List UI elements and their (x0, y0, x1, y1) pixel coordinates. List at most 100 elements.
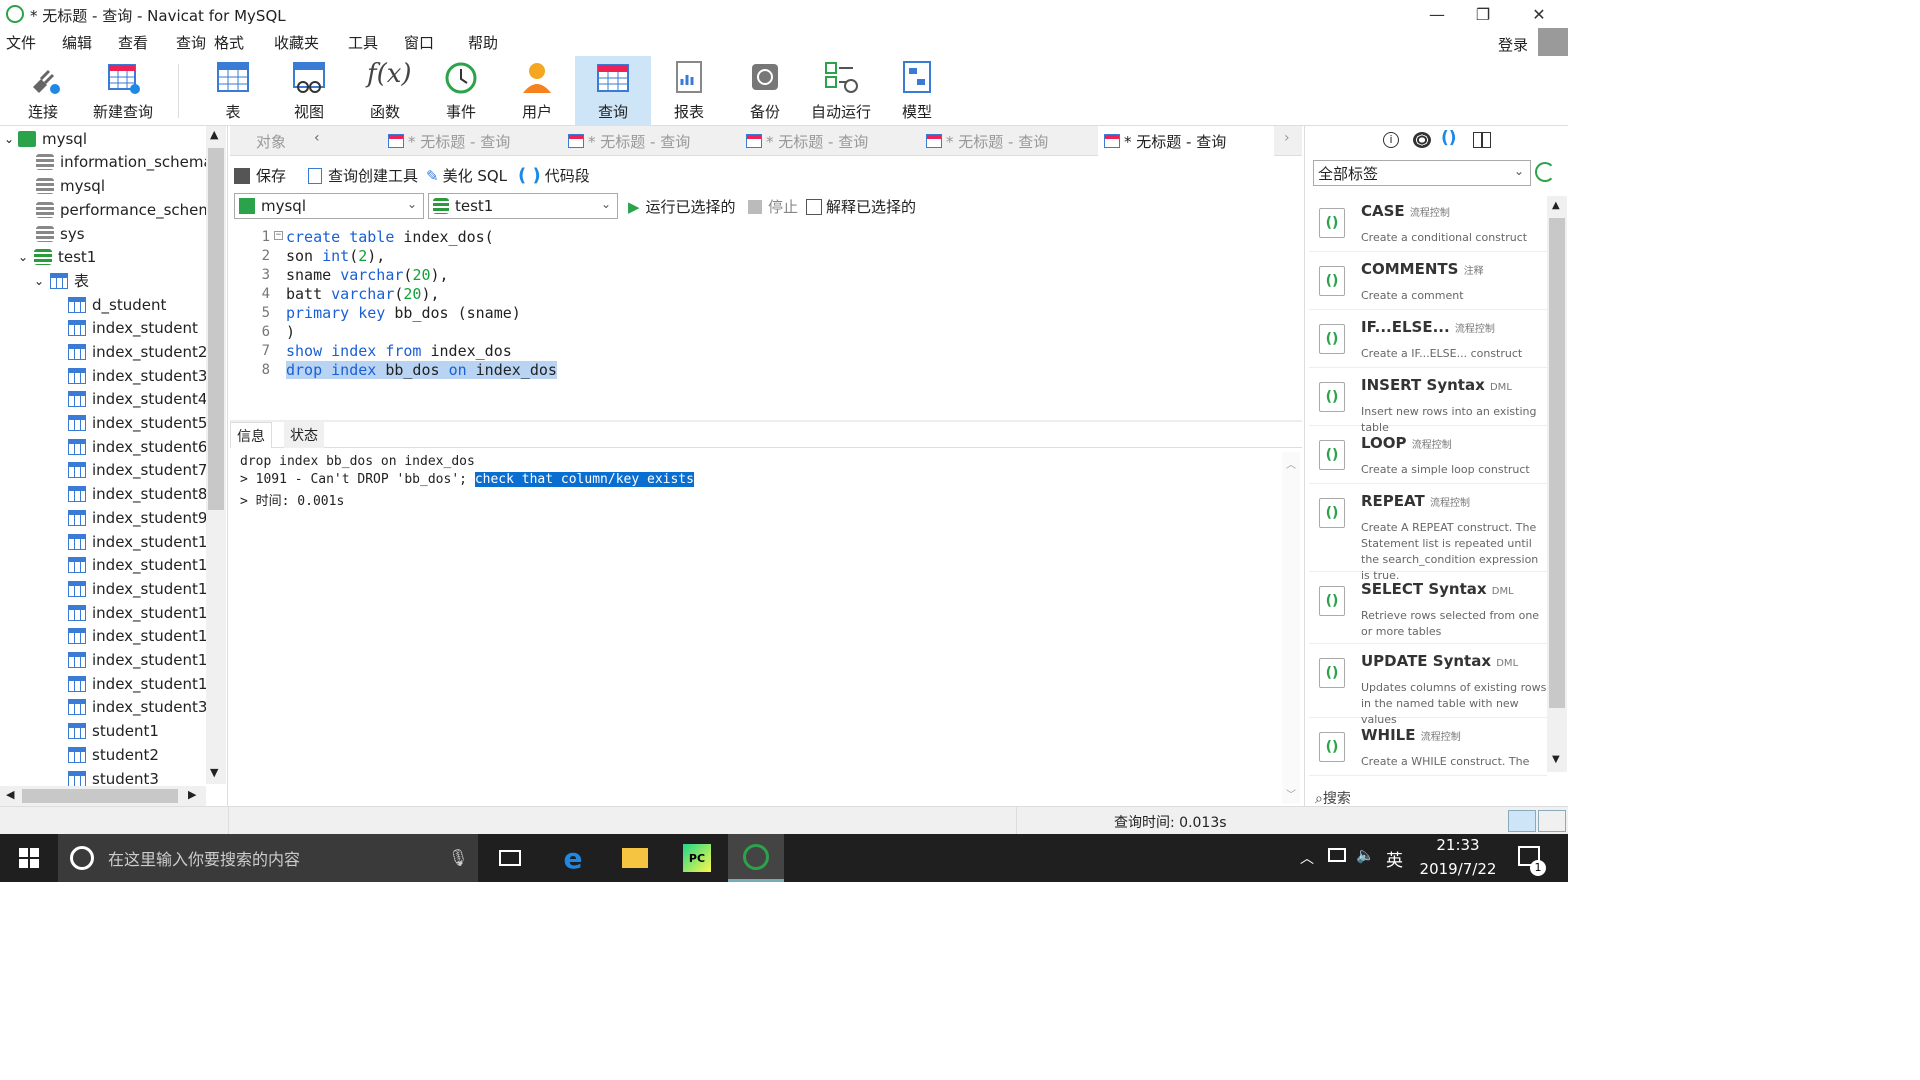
windows-start-icon[interactable] (0, 834, 58, 882)
table-button[interactable]: 表 (198, 56, 268, 126)
microphone-icon[interactable]: 🎙 (448, 848, 468, 867)
tree-table-item[interactable]: index_student3 (68, 364, 207, 387)
navicat-taskbar-icon[interactable] (728, 834, 784, 882)
tree-table-item[interactable]: student1 (68, 720, 159, 743)
snippet-item[interactable]: () UPDATE Syntax DML Updates columns of ex… (1309, 646, 1547, 726)
new-query-button[interactable]: 新建查询 (88, 56, 158, 126)
tree-table-item[interactable]: index_student (68, 317, 198, 340)
menu-view[interactable]: 查看 (118, 32, 148, 53)
snippet-item[interactable]: () WHILE 流程控制 Create a WHILE construct. Th… (1309, 720, 1547, 776)
panel-right-icon[interactable] (1538, 810, 1566, 832)
tree-table-item[interactable]: index_student1( (68, 530, 213, 553)
scroll-up-icon[interactable]: ︿ (1286, 456, 1296, 471)
tab-query-active[interactable]: * 无标题 - 查询 (1098, 126, 1274, 156)
menu-edit[interactable]: 编辑 (62, 32, 92, 53)
user-button[interactable]: 用户 (502, 56, 572, 126)
volume-icon[interactable]: 🔈 (1356, 846, 1375, 864)
tree-table-item[interactable]: index_student6 (68, 435, 207, 458)
tree-table-item[interactable]: index_student1! (68, 625, 213, 648)
snippet-item[interactable]: () REPEAT 流程控制 Create A REPEAT construct. … (1309, 486, 1547, 582)
chevron-right-icon[interactable]: › (1284, 130, 1290, 146)
save-button[interactable]: 保存 (234, 165, 286, 186)
tree-table-item[interactable]: index_student1( (68, 649, 213, 672)
snippet-item[interactable]: () COMMENTS 注释 Create a comment (1309, 254, 1547, 310)
tree-table-item[interactable]: index_student1: (68, 577, 212, 600)
result-scrollbar[interactable]: ︿ ﹀ (1282, 452, 1300, 804)
scroll-up-icon[interactable]: ▲ (210, 128, 218, 141)
snippet-scrollbar[interactable]: ▲ ▼ (1547, 196, 1567, 772)
view-button[interactable]: 视图 (274, 56, 344, 126)
menu-window[interactable]: 窗口 (404, 32, 434, 53)
menu-tools[interactable]: 工具 (348, 32, 378, 53)
close-button[interactable]: ✕ (1516, 0, 1562, 28)
tab-query[interactable]: * 无标题 - 查询 (382, 126, 558, 156)
snippet-item[interactable]: () INSERT Syntax DML Insert new rows into … (1309, 370, 1547, 434)
snippet-item[interactable]: () IF...ELSE... 流程控制 Create a IF...ELSE...… (1309, 312, 1547, 368)
scroll-down-icon[interactable]: ▼ (210, 766, 218, 779)
maximize-button[interactable]: ❐ (1460, 0, 1506, 28)
tree-table-item[interactable]: index_student5 (68, 412, 207, 435)
connection-select[interactable]: mysql ⌄ (234, 193, 424, 219)
scroll-up-icon[interactable]: ▲ (1552, 200, 1560, 211)
stop-button[interactable]: 停止 (748, 196, 798, 217)
query-builder-button[interactable]: 查询创建工具 (308, 165, 418, 186)
tree-vertical-scrollbar[interactable]: ▲ ▼ (206, 126, 226, 784)
tree-table-item[interactable]: index_student3: (68, 696, 212, 719)
scroll-thumb[interactable] (22, 789, 178, 803)
sql-editor[interactable]: 1 2 3 4 5 6 7 8 − create table index_dos… (230, 226, 1302, 420)
clock-date[interactable]: 2019/7/22 (1410, 860, 1506, 878)
run-selected-button[interactable]: ▶ 运行已选择的 (628, 196, 736, 217)
explain-selected-button[interactable]: 解释已选择的 (806, 196, 916, 217)
tree-db[interactable]: sys (36, 222, 85, 245)
tree-horizontal-scrollbar[interactable]: ◀ ▶ (0, 786, 206, 806)
tree-db[interactable]: performance_schema (36, 198, 222, 221)
snippet-icon[interactable]: () (1441, 128, 1457, 148)
add-snippet-icon[interactable] (1535, 162, 1555, 182)
tree-table-item[interactable]: index_student7 (68, 459, 207, 482)
scroll-down-icon[interactable]: ▼ (1552, 754, 1560, 765)
menu-query[interactable]: 查询 (176, 32, 206, 53)
automation-button[interactable]: 自动运行 (806, 56, 876, 126)
tab-info[interactable]: 信息 (230, 422, 272, 448)
tag-filter-select[interactable]: 全部标签 ⌄ (1313, 160, 1531, 186)
tree-table-item[interactable]: index_student1: (68, 554, 212, 577)
tree-table-item[interactable]: index_student2 (68, 340, 207, 363)
scroll-thumb[interactable] (1549, 218, 1565, 708)
tree-table-item[interactable]: index_student8 (68, 483, 207, 506)
tree-db[interactable]: mysql (36, 174, 105, 197)
pycharm-icon[interactable]: PC (672, 834, 722, 882)
beautify-sql-button[interactable]: ✎ 美化 SQL (426, 165, 507, 186)
ime-indicator[interactable]: 英 (1386, 846, 1403, 871)
menu-help[interactable]: 帮助 (468, 32, 498, 53)
menu-file[interactable]: 文件 (6, 32, 36, 53)
fold-icon[interactable]: − (274, 231, 283, 240)
tree-table-item[interactable]: index_student4 (68, 388, 207, 411)
grid-icon[interactable] (1473, 132, 1491, 148)
snippet-item[interactable]: () SELECT Syntax DML Retrieve rows selecte… (1309, 574, 1547, 644)
avatar-icon[interactable] (1538, 28, 1568, 58)
file-explorer-icon[interactable] (610, 834, 660, 882)
tree-db-test1[interactable]: ⌄ test1 (18, 245, 96, 268)
info-icon[interactable]: i (1383, 132, 1399, 148)
tab-query[interactable]: * 无标题 - 查询 (562, 126, 738, 156)
task-view-icon[interactable] (488, 834, 532, 882)
edge-icon[interactable]: e (548, 834, 598, 882)
tree-table-item[interactable]: index_student9 (68, 506, 207, 529)
scroll-thumb[interactable] (208, 148, 224, 510)
tab-objects[interactable]: 对象 (250, 126, 314, 156)
event-button[interactable]: 事件 (426, 56, 496, 126)
function-button[interactable]: f(x) 函数 (350, 56, 420, 126)
query-button[interactable]: 查询 (575, 56, 651, 126)
taskbar-search[interactable]: 在这里输入你要搜索的内容 🎙 (58, 834, 478, 882)
scroll-down-icon[interactable]: ﹀ (1286, 786, 1296, 801)
report-button[interactable]: 报表 (654, 56, 724, 126)
chevron-left-icon[interactable]: ‹ (314, 130, 320, 146)
network-icon[interactable] (1328, 848, 1346, 862)
scroll-left-icon[interactable]: ◀ (6, 788, 14, 801)
database-select[interactable]: test1 ⌄ (428, 193, 618, 219)
clock-time[interactable]: 21:33 (1418, 836, 1498, 854)
tree-connection-mysql[interactable]: ⌄ mysql (4, 127, 87, 150)
chevron-up-icon[interactable]: ︿ (1300, 848, 1314, 868)
tree-table-item[interactable]: index_student1· (68, 601, 212, 624)
panel-left-icon[interactable] (1508, 810, 1536, 832)
